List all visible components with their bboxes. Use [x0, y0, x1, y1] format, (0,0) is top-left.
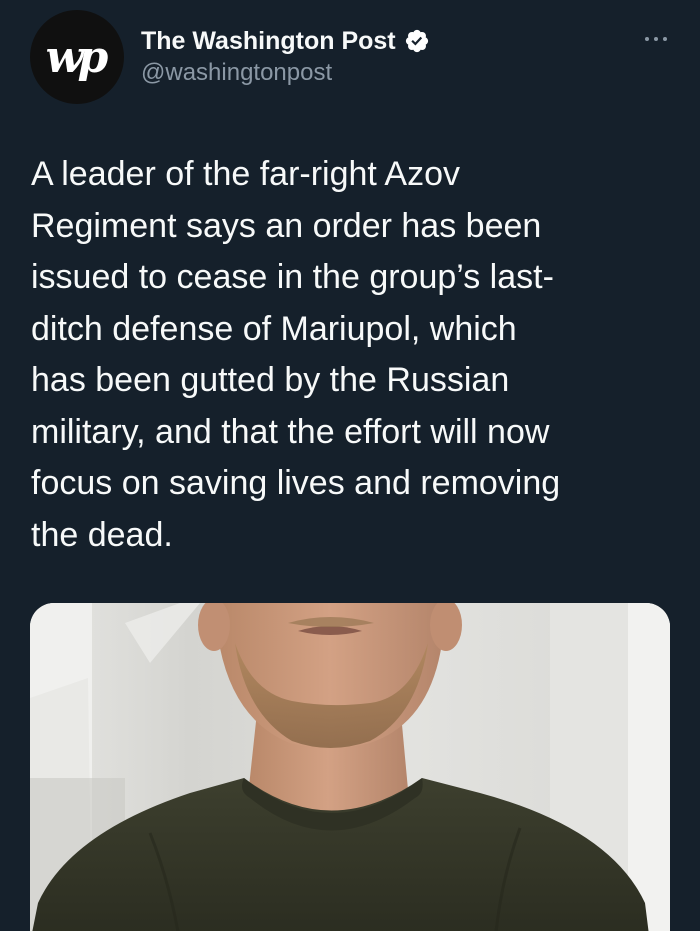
- tweet-header: wp The Washington Post @washingtonpost: [0, 0, 700, 120]
- tweet-text: A leader of the far-right Azov Regiment …: [31, 155, 561, 554]
- verified-badge-icon: [405, 29, 428, 53]
- washington-post-logo-icon: wp: [45, 31, 109, 83]
- author-avatar[interactable]: wp: [30, 10, 124, 104]
- photo-image: [30, 603, 670, 931]
- author-handle[interactable]: @washingtonpost: [141, 59, 332, 87]
- more-options-icon[interactable]: [634, 28, 678, 50]
- author-display-name[interactable]: The Washington Post: [141, 27, 396, 56]
- more-dot: [654, 37, 658, 41]
- tweet-photo[interactable]: [30, 603, 670, 931]
- author-name-row[interactable]: The Washington Post: [141, 24, 430, 58]
- more-dot: [663, 37, 667, 41]
- more-dot: [645, 37, 649, 41]
